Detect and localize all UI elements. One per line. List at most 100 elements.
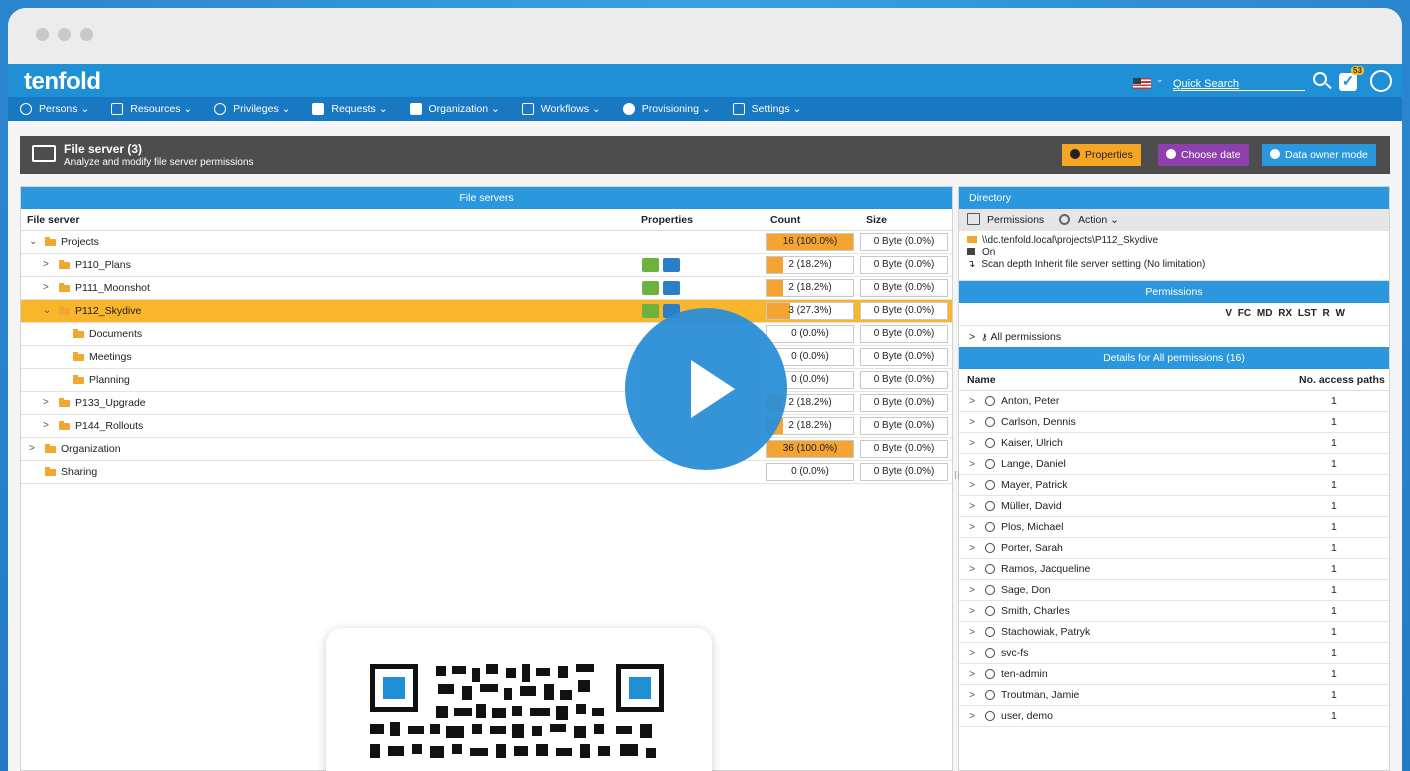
nav-organization[interactable]: Organization ⌄ (409, 103, 500, 115)
users-icon[interactable] (663, 281, 680, 295)
person-row[interactable]: > Ramos, Jacqueline 1 (959, 559, 1389, 580)
expand-arrow-icon[interactable]: > (969, 601, 975, 621)
nav-privileges[interactable]: Privileges ⌄ (214, 103, 290, 115)
video-play-button[interactable] (625, 308, 787, 470)
file-server-row[interactable]: Sharing 0 (0.0%) 0 Byte (0.0%) (21, 461, 952, 484)
search-icon[interactable] (1313, 72, 1327, 86)
expand-arrow-icon[interactable]: > (969, 643, 975, 663)
person-row[interactable]: > Porter, Sarah 1 (959, 538, 1389, 559)
expand-arrow-icon[interactable]: > (969, 475, 975, 495)
nav-resources[interactable]: Resources ⌄ (111, 103, 192, 115)
person-name: Carlson, Dennis (1001, 416, 1076, 428)
choose-date-button[interactable]: Choose date (1158, 144, 1249, 166)
person-row[interactable]: > Plos, Michael 1 (959, 517, 1389, 538)
tasks-check-icon[interactable]: ✓ (1339, 73, 1357, 91)
expand-arrow-icon[interactable]: > (969, 622, 975, 642)
action-menu[interactable]: Action ⌄ (1078, 214, 1119, 226)
us-flag-icon[interactable] (1133, 78, 1151, 89)
person-icon (985, 648, 995, 658)
expand-arrow-icon[interactable]: > (43, 259, 49, 270)
expand-arrow-icon[interactable]: ⌄ (43, 305, 51, 316)
expand-arrow-icon[interactable]: > (969, 517, 975, 537)
access-path-count: 1 (1331, 437, 1337, 449)
sliders-icon (732, 103, 745, 115)
file-server-row[interactable]: > P133_Upgrade 2 (18.2%) 0 Byte (0.0%) (21, 392, 952, 415)
person-row[interactable]: > Sage, Don 1 (959, 580, 1389, 601)
file-server-row[interactable]: Planning 0 (0.0%) 0 Byte (0.0%) (21, 369, 952, 392)
col-access-paths[interactable]: No. access paths (1299, 374, 1385, 386)
panel-resize-handle[interactable] (955, 471, 959, 479)
expand-arrow-icon[interactable]: > (969, 559, 975, 579)
col-size[interactable]: Size (866, 214, 887, 226)
person-row[interactable]: > ten-admin 1 (959, 664, 1389, 685)
window-maximize-dot[interactable] (80, 28, 93, 41)
file-server-row[interactable]: > P110_Plans 2 (18.2%) 0 Byte (0.0%) (21, 254, 952, 277)
file-server-row[interactable]: ⌄ P112_Skydive 3 (27.3%) 0 Byte (0.0%) (21, 300, 952, 323)
person-row[interactable]: > Kaiser, Ulrich 1 (959, 433, 1389, 454)
data-owner-mode-button[interactable]: Data owner mode (1262, 144, 1376, 166)
nav-settings[interactable]: Settings ⌄ (732, 103, 801, 115)
file-server-row[interactable]: Meetings 0 (0.0%) 0 Byte (0.0%) (21, 346, 952, 369)
person-row[interactable]: > user, demo 1 (959, 706, 1389, 727)
properties-button[interactable]: Properties (1062, 144, 1141, 166)
file-servers-title: File servers (21, 187, 952, 209)
person-row[interactable]: > Carlson, Dennis 1 (959, 412, 1389, 433)
person-row[interactable]: > Troutman, Jamie 1 (959, 685, 1389, 706)
cart-icon[interactable] (642, 258, 659, 272)
expand-arrow-icon[interactable]: > (969, 580, 975, 600)
expand-arrow-icon[interactable]: > (969, 454, 975, 474)
file-server-row[interactable]: > Organization 36 (100.0%) 0 Byte (0.0%) (21, 438, 952, 461)
qr-code-image (370, 664, 664, 758)
expand-arrow-icon[interactable]: > (969, 685, 975, 705)
person-row[interactable]: > Lange, Daniel 1 (959, 454, 1389, 475)
expand-arrow-icon[interactable]: > (969, 538, 975, 558)
file-server-row[interactable]: > P144_Rollouts 2 (18.2%) 0 Byte (0.0%) (21, 415, 952, 438)
expand-arrow-icon[interactable]: ⌄ (29, 236, 37, 247)
expand-arrow-icon[interactable]: > (29, 443, 35, 454)
person-row[interactable]: > Smith, Charles 1 (959, 601, 1389, 622)
expand-arrow-icon[interactable]: > (969, 391, 975, 411)
expand-arrow-icon[interactable]: > (43, 397, 49, 408)
col-name[interactable]: Name (967, 374, 996, 386)
permissions-tool[interactable]: Permissions (987, 214, 1044, 226)
person-row[interactable]: > svc-fs 1 (959, 643, 1389, 664)
person-row[interactable]: > Stachowiak, Patryk 1 (959, 622, 1389, 643)
cart-icon[interactable] (642, 304, 659, 318)
person-row[interactable]: > Anton, Peter 1 (959, 391, 1389, 412)
chevron-down-icon[interactable]: ⌄ (1156, 74, 1164, 85)
window-close-dot[interactable] (36, 28, 49, 41)
nav-provisioning[interactable]: Provisioning ⌄ (622, 103, 711, 115)
expand-arrow-icon[interactable]: > (43, 282, 49, 293)
expand-arrow-icon[interactable]: > (43, 420, 49, 431)
person-icon (20, 103, 32, 115)
directory-toolbar: Permissions Action ⌄ (959, 209, 1389, 231)
tenfold-logo[interactable]: tenfold (24, 68, 101, 96)
expand-arrow-icon[interactable]: > (969, 664, 975, 684)
person-row[interactable]: > Müller, David 1 (959, 496, 1389, 517)
expand-arrow-icon[interactable]: > (969, 706, 975, 726)
person-row[interactable]: > Mayer, Patrick 1 (959, 475, 1389, 496)
nav-persons[interactable]: Persons ⌄ (20, 103, 89, 115)
user-account-icon[interactable] (1370, 70, 1392, 92)
col-file-server[interactable]: File server (27, 214, 80, 226)
nav-workflows[interactable]: Workflows ⌄ (521, 103, 601, 115)
file-servers-column-header: File server Properties Count Size (21, 209, 952, 231)
col-properties[interactable]: Properties (641, 214, 693, 226)
expand-arrow-icon[interactable]: > (969, 433, 975, 453)
window-minimize-dot[interactable] (58, 28, 71, 41)
file-server-row[interactable]: Documents 0 (0.0%) 0 Byte (0.0%) (21, 323, 952, 346)
expand-arrow-icon[interactable]: > (969, 412, 975, 432)
col-count[interactable]: Count (770, 214, 800, 226)
key-icon (214, 103, 227, 115)
access-path-count: 1 (1331, 710, 1337, 722)
expand-arrow-icon[interactable]: > (969, 496, 975, 516)
users-icon[interactable] (663, 258, 680, 272)
nav-requests[interactable]: Requests ⌄ (312, 103, 388, 115)
cart-icon[interactable] (642, 281, 659, 295)
quick-search-input[interactable]: Quick Search (1173, 78, 1305, 91)
file-server-row[interactable]: > P111_Moonshot 2 (18.2%) 0 Byte (0.0%) (21, 277, 952, 300)
permission-columns: V FC MD RX LST R W (1225, 308, 1345, 319)
file-server-row[interactable]: ⌄ Projects 16 (100.0%) 0 Byte (0.0%) (21, 231, 952, 254)
all-permissions-row[interactable]: > ⚷ All permissions (959, 325, 1389, 347)
folder-icon (59, 398, 70, 407)
